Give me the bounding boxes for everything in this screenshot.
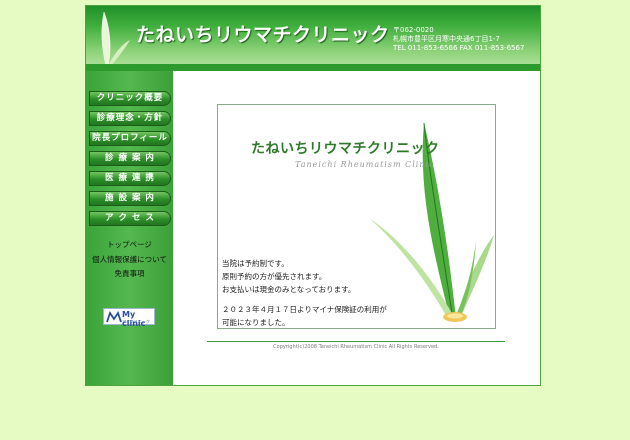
notice-line-5: 可能になりました。 bbox=[222, 318, 290, 327]
nav-access[interactable]: ア ク セ ス bbox=[89, 211, 171, 226]
nav-facilities[interactable]: 施 設 案 内 bbox=[89, 191, 171, 206]
notice-spacer bbox=[222, 296, 387, 303]
site-header: たねいちリウマチクリニック 〒062-0020 札幌市豊平区月寒中央通6丁目1-… bbox=[86, 6, 540, 71]
notice-line-1: 当院は予約制です。 bbox=[222, 259, 289, 268]
nav-philosophy[interactable]: 診療理念・方針 bbox=[89, 111, 171, 126]
header-bar bbox=[86, 64, 540, 71]
address-street: 札幌市豊平区月寒中央通6丁目1-7 bbox=[393, 35, 500, 43]
myclinic-banner[interactable]: My clinic マイクリニック bbox=[103, 308, 155, 328]
notice-line-3: お支払いは現金のみとなっております。 bbox=[222, 285, 356, 294]
nav-medical-cooperation[interactable]: 医 療 連 携 bbox=[89, 171, 171, 186]
page-frame: たねいちリウマチクリニック 〒062-0020 札幌市豊平区月寒中央通6丁目1-… bbox=[85, 5, 541, 386]
myclinic-logo-icon bbox=[106, 310, 122, 323]
nav-director-profile[interactable]: 院長プロフィール bbox=[89, 131, 171, 146]
notice-text: 当院は予約制です。 原則予約の方が優先されます。 お支払いは現金のみとなっており… bbox=[222, 257, 387, 329]
leaf-logo-icon bbox=[101, 11, 130, 68]
clinic-logo-english: Taneichi Rheumatism Clinic bbox=[295, 160, 435, 169]
nav-clinic-overview[interactable]: クリニック概要 bbox=[89, 91, 171, 106]
sidebar: クリニック概要 診療理念・方針 院長プロフィール 診 療 案 内 医 療 連 携… bbox=[86, 71, 173, 385]
disclaimer-link[interactable]: 免責事項 bbox=[86, 268, 173, 279]
address-phone: TEL 011-853-6566 FAX 011-853-6567 bbox=[393, 44, 525, 52]
copyright-text: Copyright(c)2008 Taneichi Rheumatism Cli… bbox=[273, 344, 439, 350]
top-page-link[interactable]: トップページ bbox=[86, 239, 173, 250]
nav-medical-guide[interactable]: 診 療 案 内 bbox=[89, 151, 171, 166]
clinic-logo-text: たねいちリウマチクリニック bbox=[251, 141, 440, 157]
notice-line-4: ２０２３年４月１７日よりマイナ保険証の利用が bbox=[222, 305, 387, 314]
notice-line-2: 原則予約の方が優先されます。 bbox=[222, 272, 327, 281]
site-title[interactable]: たねいちリウマチクリニック bbox=[136, 20, 390, 47]
main-content-box: たねいちリウマチクリニック Taneichi Rheumatism Clinic… bbox=[217, 104, 496, 329]
privacy-link[interactable]: 個人情報保護について bbox=[86, 254, 173, 265]
clinic-address: 〒062-0020 札幌市豊平区月寒中央通6丁目1-7 TEL 011-853-… bbox=[393, 26, 524, 53]
footer-divider bbox=[207, 341, 505, 342]
myclinic-sub: マイクリニック bbox=[122, 319, 150, 324]
address-postal: 〒062-0020 bbox=[393, 26, 434, 34]
